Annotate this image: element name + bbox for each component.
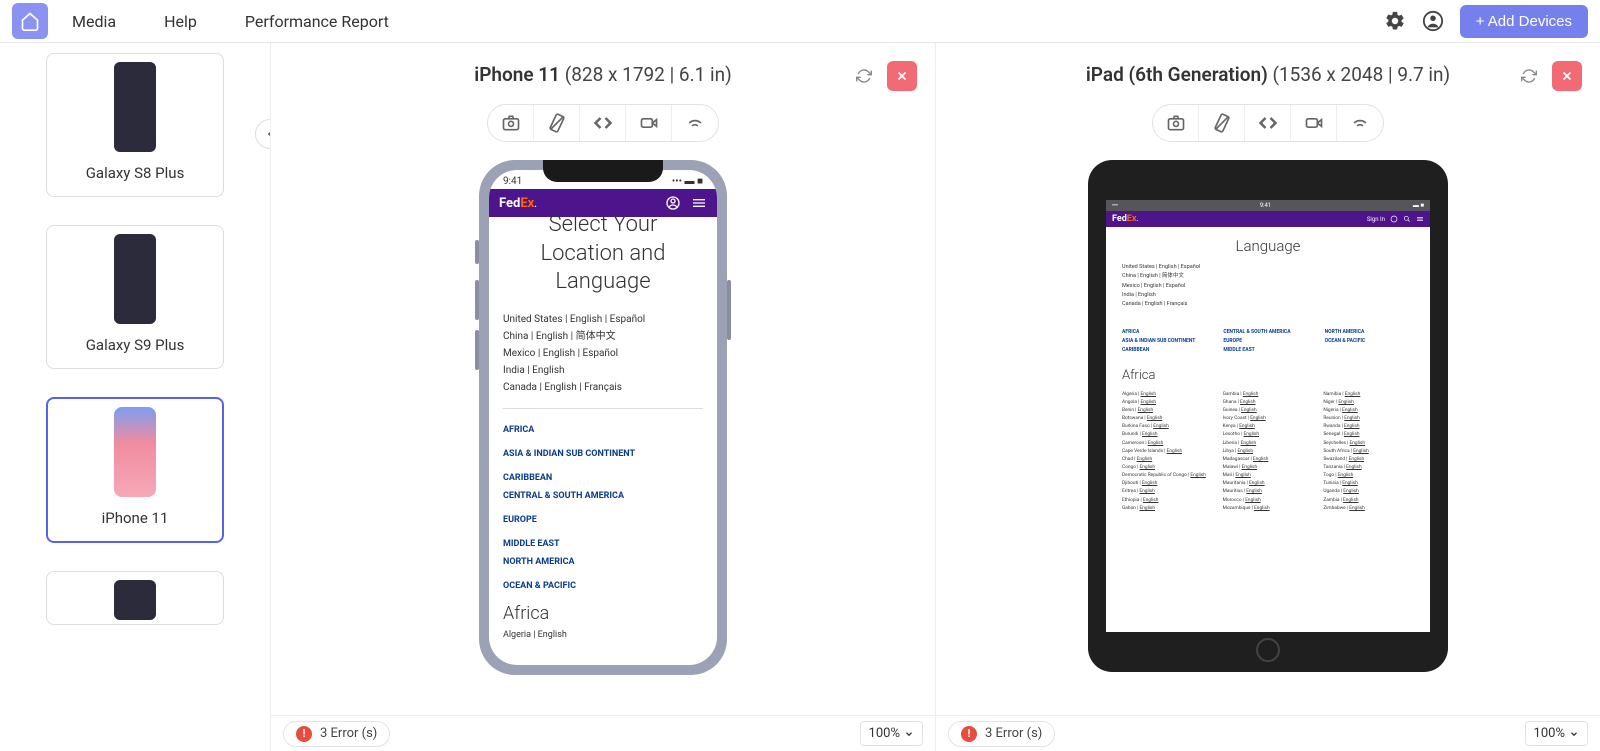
search-icon[interactable]: [1403, 215, 1411, 223]
device-thumb: [114, 580, 156, 620]
profile-icon[interactable]: [665, 195, 681, 211]
error-icon: !: [961, 726, 977, 742]
refresh-button[interactable]: [1514, 61, 1544, 91]
fedex-logo: FedEx.: [1112, 214, 1138, 224]
zoom-select[interactable]: 100%: [1525, 721, 1588, 746]
device-thumb: [114, 407, 156, 497]
ipad-locale-list: United States | English | Español China …: [1106, 261, 1430, 312]
device-thumb: [114, 234, 156, 324]
fedex-title: Select Your Location and Language: [489, 209, 717, 311]
fedex-header: FedEx. Sign In: [1106, 211, 1430, 227]
errors-button[interactable]: ! 3 Error (s): [283, 721, 390, 747]
status-bar: •••9:41▬ ■: [1106, 200, 1430, 211]
app-header: Media Help Performance Report + Add Devi…: [0, 0, 1600, 43]
zoom-select[interactable]: 100%: [860, 721, 923, 746]
device-spec: (1536 x 2048 | 9.7 in): [1272, 63, 1450, 86]
pane-header: iPhone 11 (828 x 1792 | 6.1 in): [271, 43, 935, 94]
record-icon[interactable]: [626, 105, 672, 141]
ipad-screen[interactable]: •••9:41▬ ■ FedEx. Sign In Language: [1106, 200, 1430, 632]
error-icon: !: [296, 726, 312, 742]
ipad-title: Language: [1106, 227, 1430, 261]
close-button[interactable]: [887, 61, 917, 91]
device-card-next[interactable]: [46, 571, 224, 625]
preview-pane-ipad: iPad (6th Generation) (1536 x 2048 | 9.7…: [935, 43, 1600, 751]
rotate-icon[interactable]: [534, 105, 580, 141]
iphone-frame: 9:41••• ▬ ■ FedEx. Select Your Location …: [479, 160, 727, 675]
device-card-galaxy-s8[interactable]: Galaxy S8 Plus: [46, 53, 224, 197]
device-label: Galaxy S8 Plus: [57, 164, 213, 182]
ipad-regions: AFRICACENTRAL & SOUTH AMERICANORTH AMERI…: [1106, 312, 1430, 360]
device-label: Galaxy S9 Plus: [57, 336, 213, 354]
fedex-regions: AFRICA ASIA & INDIAN SUB CONTINENT CARIB…: [489, 421, 717, 595]
africa-heading: Africa: [489, 595, 717, 628]
device-card-iphone-11[interactable]: iPhone 11: [46, 397, 224, 543]
ipad-africa-grid: Algeria | EnglishGambia | EnglishNamibia…: [1106, 387, 1430, 517]
signin-link[interactable]: Sign In: [1367, 216, 1385, 223]
fedex-locale-list: United States | English | Español China …: [489, 311, 717, 396]
device-spec: (828 x 1792 | 6.1 in): [565, 63, 732, 86]
device-toolbar: [936, 104, 1600, 142]
device-thumb: [114, 62, 156, 152]
account-icon[interactable]: [1422, 10, 1444, 32]
inspect-icon[interactable]: [1245, 105, 1291, 141]
device-sidebar: Galaxy S8 Plus Galaxy S9 Plus iPhone 11: [0, 43, 270, 751]
device-name: iPhone 11: [474, 63, 560, 86]
ipad-africa-heading: Africa: [1106, 360, 1430, 387]
menu-icon[interactable]: [1416, 215, 1424, 223]
close-button[interactable]: [1552, 61, 1582, 91]
rotate-icon[interactable]: [1199, 105, 1245, 141]
device-toolbar: [271, 104, 935, 142]
nav-help[interactable]: Help: [164, 12, 197, 31]
globe-icon[interactable]: [1390, 215, 1398, 223]
settings-icon[interactable]: [1384, 10, 1406, 32]
collapse-sidebar-button[interactable]: [255, 119, 270, 149]
africa-list: Algeria | English: [489, 628, 717, 642]
ipad-home-button[interactable]: [1256, 638, 1280, 662]
iphone-screen[interactable]: 9:41••• ▬ ■ FedEx. Select Your Location …: [489, 170, 717, 665]
record-icon[interactable]: [1291, 105, 1337, 141]
screenshot-icon[interactable]: [488, 105, 534, 141]
errors-button[interactable]: ! 3 Error (s): [948, 721, 1055, 747]
add-devices-button[interactable]: + Add Devices: [1460, 5, 1588, 38]
ipad-frame: •••9:41▬ ■ FedEx. Sign In Language: [1088, 160, 1448, 672]
refresh-button[interactable]: [849, 61, 879, 91]
wifi-icon[interactable]: [672, 105, 718, 141]
device-label: iPhone 11: [58, 509, 212, 527]
menu-icon[interactable]: [691, 195, 707, 211]
nav-media[interactable]: Media: [72, 12, 116, 31]
home-button[interactable]: [12, 3, 48, 39]
pane-header: iPad (6th Generation) (1536 x 2048 | 9.7…: [936, 43, 1600, 94]
nav-performance[interactable]: Performance Report: [245, 12, 389, 31]
inspect-icon[interactable]: [580, 105, 626, 141]
wifi-icon[interactable]: [1337, 105, 1383, 141]
fedex-logo: FedEx.: [499, 196, 537, 211]
preview-pane-iphone: iPhone 11 (828 x 1792 | 6.1 in): [270, 43, 935, 751]
pane-footer: ! 3 Error (s) 100%: [271, 715, 935, 751]
screenshot-icon[interactable]: [1153, 105, 1199, 141]
device-card-galaxy-s9[interactable]: Galaxy S9 Plus: [46, 225, 224, 369]
pane-footer: ! 3 Error (s) 100%: [936, 715, 1600, 751]
device-name: iPad (6th Generation): [1086, 63, 1268, 86]
